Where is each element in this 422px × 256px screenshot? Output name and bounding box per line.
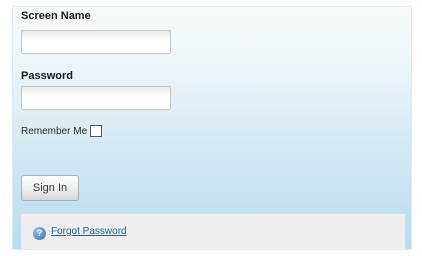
login-panel: Screen Name Password Remember Me Sign In… [12,6,412,250]
screen-name-label: Screen Name [21,10,91,22]
remember-me-row: Remember Me [21,125,103,137]
password-input[interactable] [21,86,171,110]
remember-me-checkbox[interactable] [90,125,103,137]
sign-in-button[interactable]: Sign In [21,175,79,201]
forgot-password-footer: ? Forgot Password [21,213,405,249]
password-label: Password [21,70,73,82]
help-circle-icon: ? [33,227,46,240]
forgot-password-link[interactable]: Forgot Password [51,226,127,237]
remember-me-label: Remember Me [21,125,88,137]
screen-name-input[interactable] [21,30,171,54]
